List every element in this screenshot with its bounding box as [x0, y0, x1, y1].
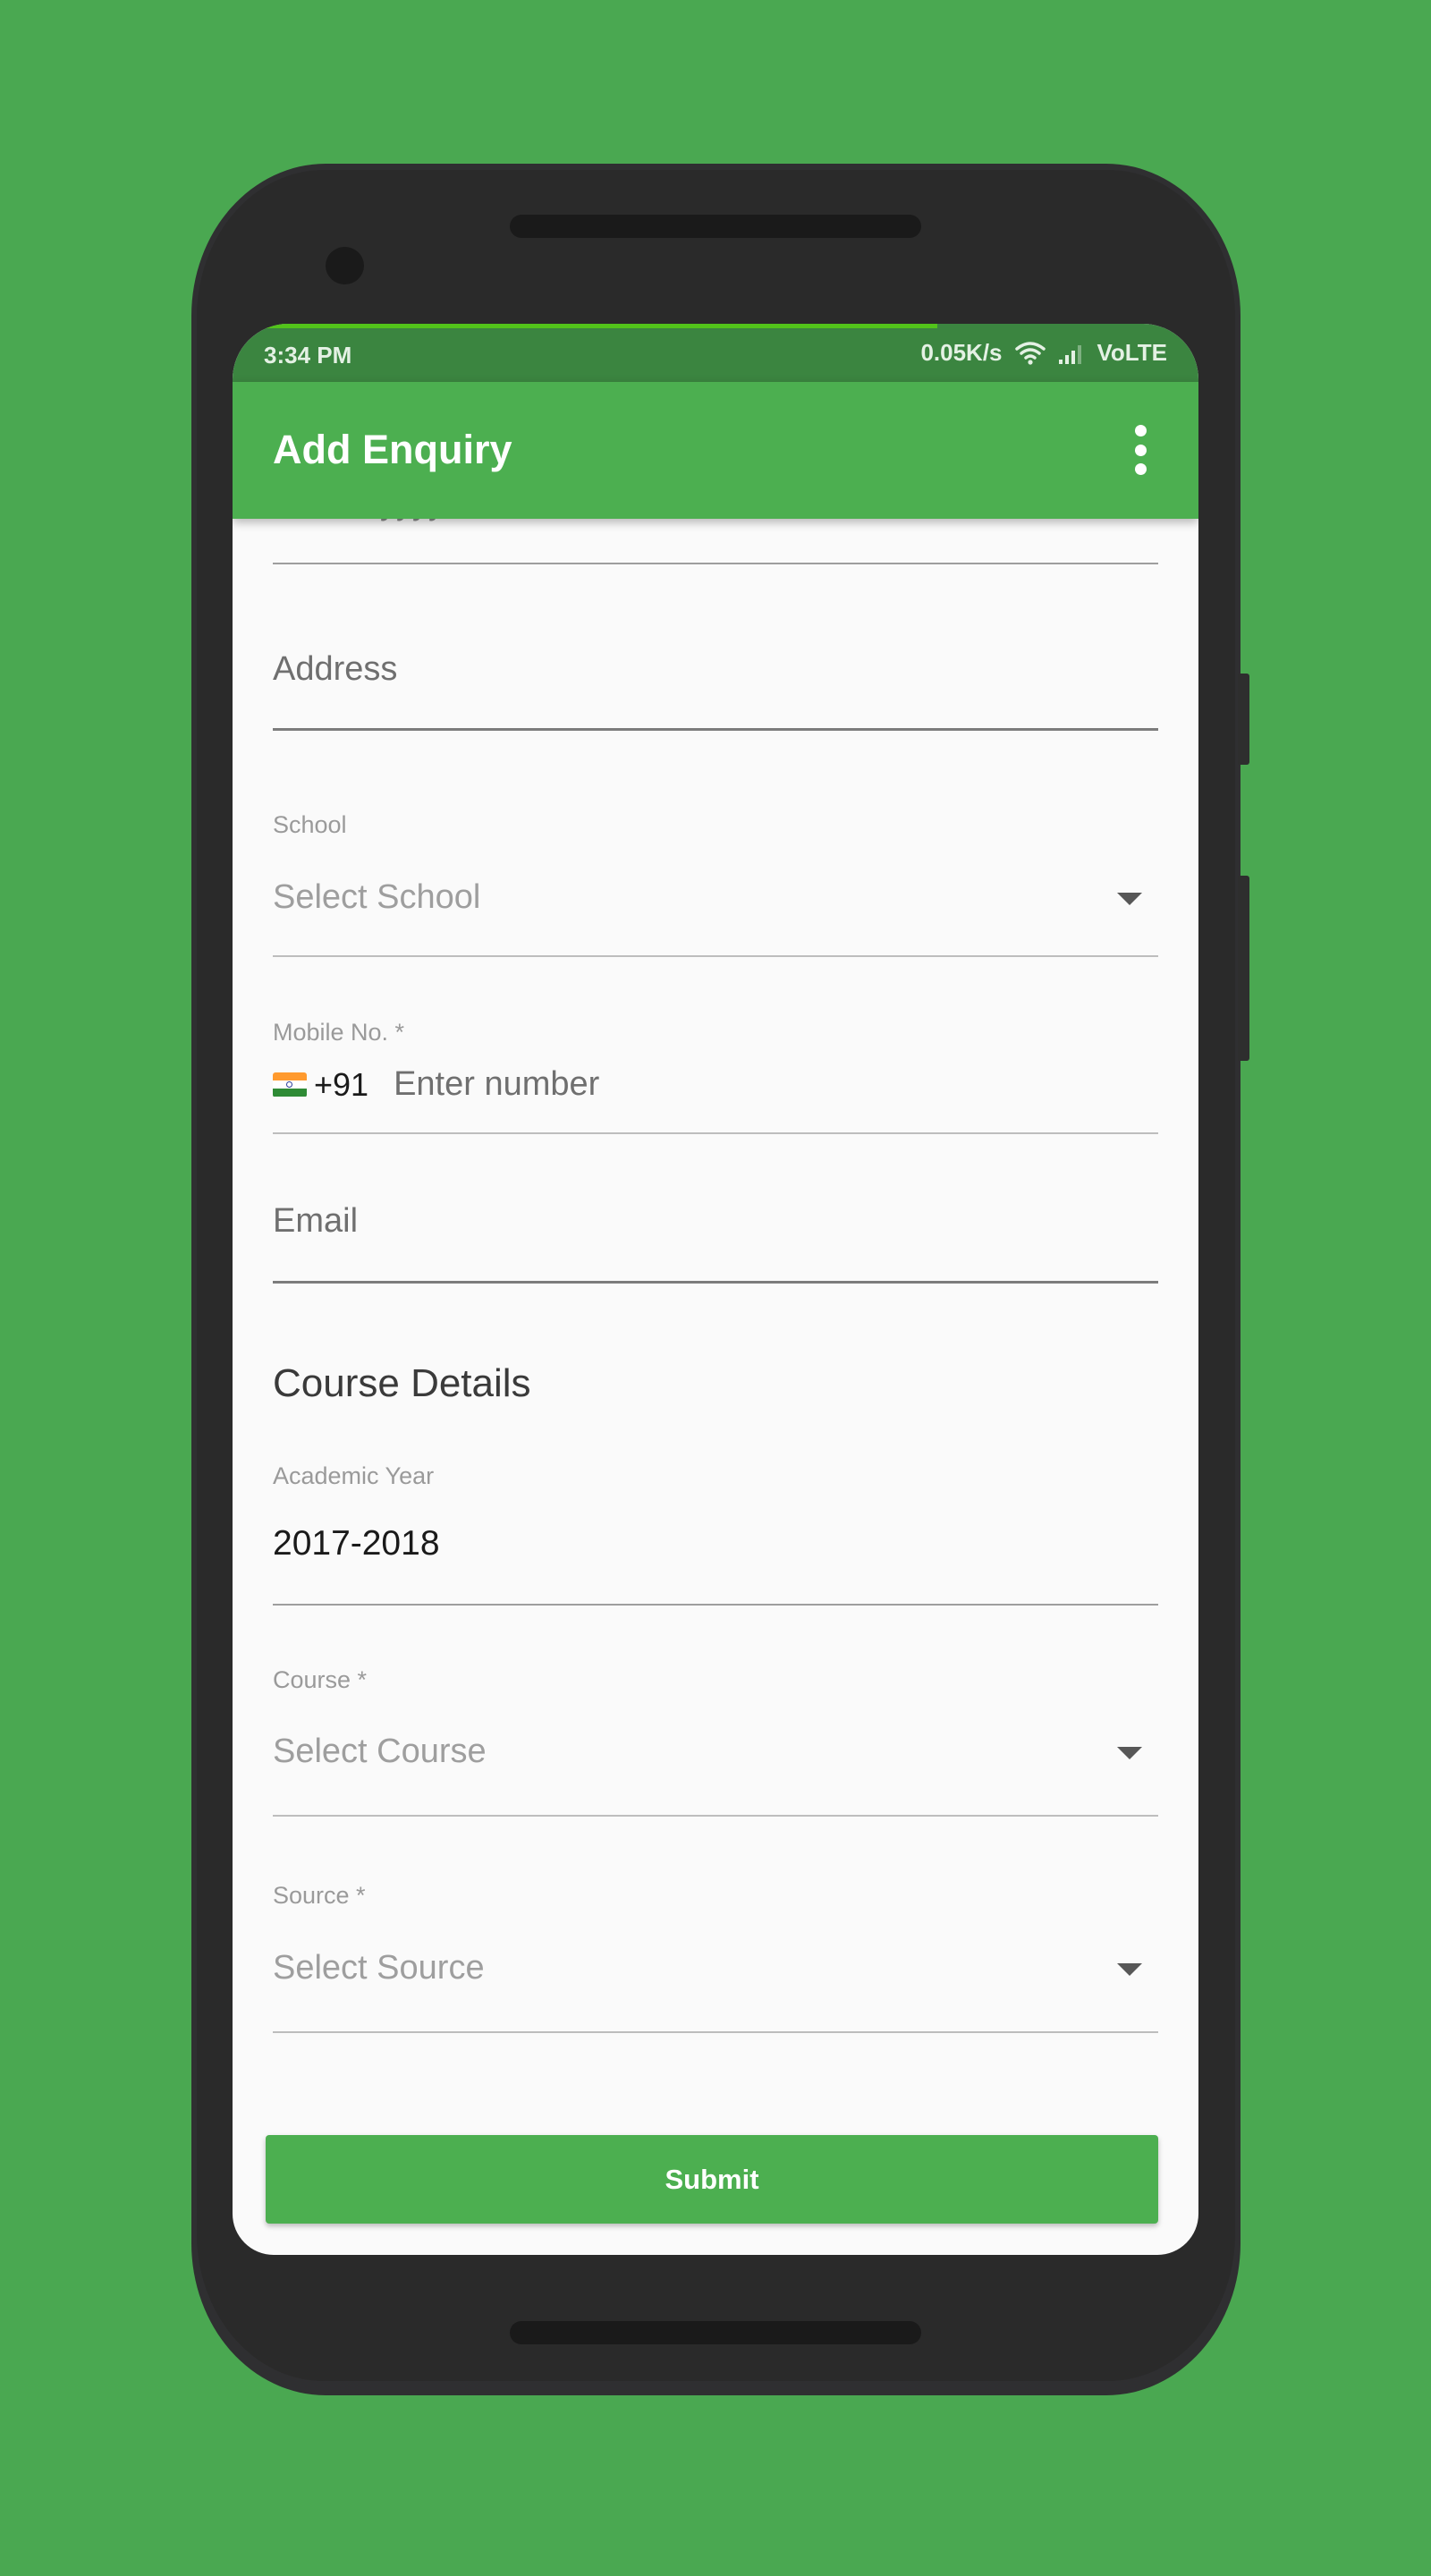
mobile-label: Mobile No. *: [273, 1019, 405, 1046]
bottom-speaker: [510, 2321, 921, 2344]
address-underline: [273, 728, 1158, 731]
school-select[interactable]: Select School: [273, 878, 1158, 923]
academic-year-underline: [273, 1604, 1158, 1606]
power-button: [1238, 674, 1249, 765]
school-label: School: [273, 811, 347, 838]
page-title: Add Enquiry: [273, 427, 512, 472]
earpiece-speaker: [510, 215, 921, 238]
dropdown-arrow-icon: [1117, 1747, 1142, 1759]
academic-year-input[interactable]: 2017-2018: [273, 1524, 440, 1563]
mobile-underline: [273, 1132, 1158, 1134]
source-select-value: Select Source: [273, 1949, 485, 1987]
course-details-heading: Course Details: [273, 1361, 531, 1405]
source-select[interactable]: Select Source: [273, 1949, 1158, 1994]
school-select-value: Select School: [273, 878, 481, 916]
source-label: Source *: [273, 1882, 366, 1909]
address-placeholder: Address: [273, 650, 398, 688]
academic-year-label: Academic Year: [273, 1462, 435, 1489]
dropdown-arrow-icon: [1117, 1963, 1142, 1976]
india-flag-icon[interactable]: [273, 1072, 307, 1097]
enquiry-form: dd mm yyyy Address School Select School …: [273, 324, 1158, 2255]
course-select-value: Select Course: [273, 1733, 487, 1770]
more-vert-icon[interactable]: [1127, 425, 1154, 475]
academic-year-value: 2017-2018: [273, 1524, 440, 1563]
submit-button[interactable]: Submit: [266, 2135, 1158, 2224]
email-placeholder: Email: [273, 1202, 359, 1240]
email-underline: [273, 1281, 1158, 1284]
email-input[interactable]: Email: [273, 1202, 358, 1241]
course-label: Course *: [273, 1666, 368, 1693]
course-underline: [273, 1815, 1158, 1817]
mobile-input-row: +91 Enter number: [273, 1065, 599, 1104]
source-underline: [273, 2031, 1158, 2033]
school-underline: [273, 955, 1158, 957]
address-input[interactable]: Address: [273, 650, 397, 689]
phone-screen: 3:34 PM 0.05K/s VoLTE Add Enquiry Addres…: [233, 324, 1198, 2255]
front-camera: [326, 247, 364, 284]
country-code[interactable]: +91: [314, 1066, 368, 1104]
course-select[interactable]: Select Course: [273, 1733, 1158, 1777]
app-bar: Add Enquiry: [233, 382, 1198, 519]
dob-underline: [273, 563, 1158, 564]
dropdown-arrow-icon: [1117, 893, 1142, 905]
mobile-number-input[interactable]: Enter number: [394, 1065, 599, 1104]
volume-button: [1238, 876, 1249, 1061]
